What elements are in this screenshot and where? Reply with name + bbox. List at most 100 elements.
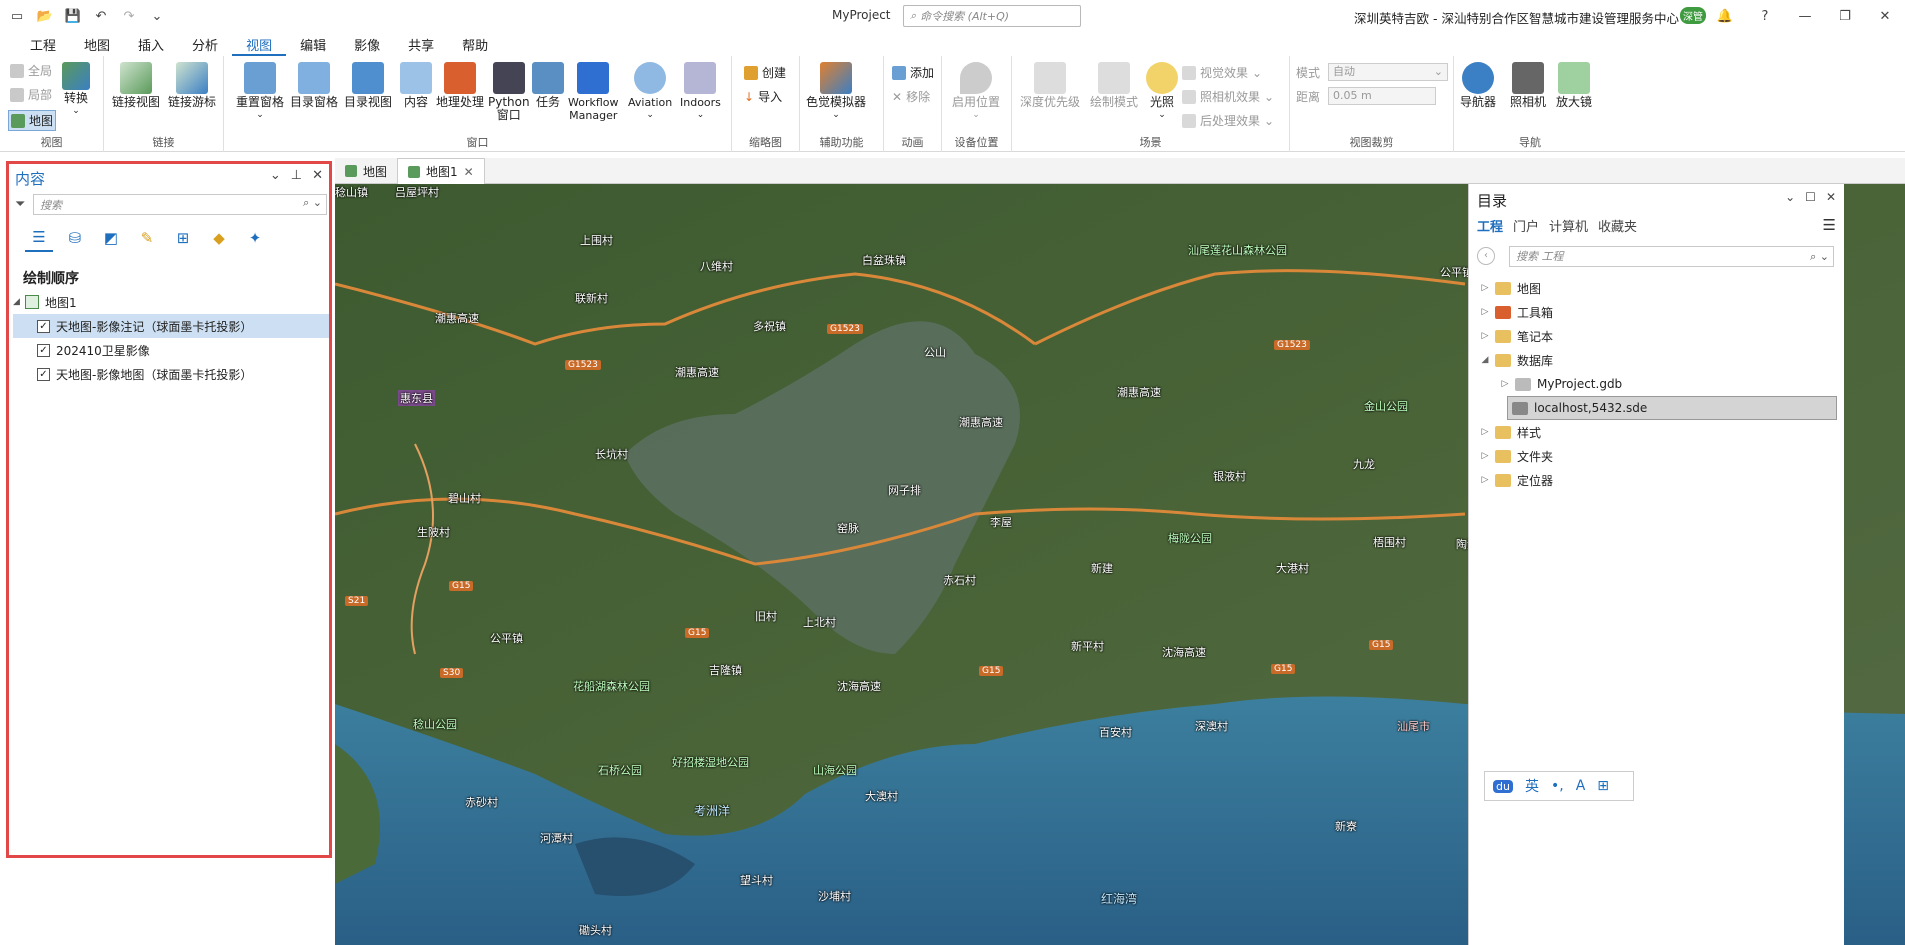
- list-by-selection-icon[interactable]: ◩: [97, 224, 125, 252]
- draw-mode-button[interactable]: 绘制模式: [1090, 62, 1138, 109]
- tab-catalog-portal[interactable]: 门户: [1513, 216, 1539, 235]
- tab-analysis[interactable]: 分析: [178, 32, 232, 56]
- list-by-editing-icon[interactable]: ✎: [133, 224, 161, 252]
- layer-item[interactable]: ✓ 天地图-影像地图（球面墨卡托投影）: [13, 362, 329, 386]
- indoors-button[interactable]: Indoors ⌄: [680, 62, 721, 122]
- catalog-search-input[interactable]: 搜索 工程 ⌕ ⌄: [1509, 246, 1834, 267]
- catalog-item-sde[interactable]: localhost,5432.sde: [1507, 396, 1837, 420]
- lighting-button[interactable]: 光照 ⌄: [1146, 62, 1178, 122]
- tab-view[interactable]: 视图: [232, 32, 287, 56]
- remove-animation-button[interactable]: ✕ 移除: [892, 88, 930, 105]
- list-by-data-source-icon[interactable]: ⛁: [61, 224, 89, 252]
- clip-mode-select[interactable]: 自动 ⌄: [1328, 63, 1448, 81]
- create-thumbnail-button[interactable]: 创建: [744, 64, 786, 81]
- catalog-item-folders[interactable]: ▷ 文件夹: [1469, 444, 1845, 468]
- tab-catalog-favorites[interactable]: 收藏夹: [1598, 216, 1637, 235]
- aviation-button[interactable]: Aviation ⌄: [628, 62, 672, 122]
- contents-search-input[interactable]: 搜索 ⌕ ⌄: [33, 194, 327, 215]
- hamburger-menu-icon[interactable]: ☰: [1823, 216, 1836, 234]
- tab-map-view[interactable]: 地图: [335, 158, 397, 184]
- enable-location-button[interactable]: 启用位置 ⌄: [952, 62, 1000, 122]
- notifications-icon[interactable]: 🔔: [1705, 0, 1745, 32]
- pin-icon[interactable]: ⊥: [291, 168, 302, 183]
- tab-catalog-project[interactable]: 工程: [1477, 216, 1503, 235]
- add-animation-button[interactable]: 添加: [892, 64, 934, 81]
- list-by-drawing-order-icon[interactable]: ☰: [25, 224, 53, 252]
- map-view-button[interactable]: 地图: [8, 110, 57, 131]
- restore-button[interactable]: ❐: [1825, 0, 1865, 32]
- ime-skin-icon[interactable]: A: [1576, 778, 1586, 794]
- customize-qat-icon[interactable]: ⌄: [146, 6, 168, 26]
- ime-menu-icon[interactable]: ⊞: [1597, 778, 1609, 794]
- pane-options-icon[interactable]: ⌄: [270, 168, 281, 183]
- save-project-icon[interactable]: 💾: [62, 6, 84, 26]
- link-views-button[interactable]: 链接视图: [112, 62, 160, 109]
- camera-effects-button[interactable]: 照相机效果 ⌄: [1182, 88, 1274, 105]
- catalog-item-styles[interactable]: ▷ 样式: [1469, 420, 1845, 444]
- contents-button[interactable]: 内容: [400, 62, 432, 109]
- open-project-icon[interactable]: 📂: [34, 6, 56, 26]
- new-project-icon[interactable]: ▭: [6, 6, 28, 26]
- full-extent-button[interactable]: 全局: [10, 62, 52, 79]
- catalog-item-locators[interactable]: ▷ 定位器: [1469, 468, 1845, 492]
- catalog-item-toolboxes[interactable]: ▷ 工具箱: [1469, 300, 1845, 324]
- ime-language-toggle[interactable]: 英: [1525, 776, 1539, 796]
- clip-distance-input[interactable]: 0.05 m: [1328, 87, 1436, 105]
- redo-icon[interactable]: ↷: [118, 6, 140, 26]
- import-thumbnail-button[interactable]: ↓ 导入: [744, 88, 782, 105]
- reset-panes-button[interactable]: 重置窗格 ⌄: [236, 62, 284, 122]
- tab-edit[interactable]: 编辑: [286, 32, 340, 56]
- ime-toolbar[interactable]: du 英 •, A ⊞: [1484, 771, 1634, 801]
- list-by-snapping-icon[interactable]: ⊞: [169, 224, 197, 252]
- tab-imagery[interactable]: 影像: [340, 32, 394, 56]
- ime-logo-icon[interactable]: du: [1493, 779, 1513, 793]
- visual-effects-button[interactable]: 视觉效果 ⌄: [1182, 64, 1262, 81]
- tab-catalog-computer[interactable]: 计算机: [1549, 216, 1588, 235]
- catalog-item-notebooks[interactable]: ▷ 笔记本: [1469, 324, 1845, 348]
- tab-map1-view[interactable]: 地图1 ✕: [397, 158, 485, 184]
- ime-punctuation-toggle[interactable]: •,: [1551, 778, 1564, 794]
- catalog-pane-button[interactable]: 目录窗格: [290, 62, 338, 109]
- list-by-labeling-icon[interactable]: ◆: [205, 224, 233, 252]
- back-icon[interactable]: ‹: [1477, 247, 1495, 265]
- layer-visibility-checkbox[interactable]: ✓: [37, 319, 50, 333]
- link-cursor-button[interactable]: 链接游标: [168, 62, 216, 109]
- undo-icon[interactable]: ↶: [90, 6, 112, 26]
- depth-priority-button[interactable]: 深度优先级: [1020, 62, 1080, 109]
- convert-button[interactable]: 转换 ⌄: [62, 62, 90, 118]
- post-effects-button[interactable]: 后处理效果 ⌄: [1182, 112, 1274, 129]
- magnifier-button[interactable]: 放大镜: [1556, 62, 1592, 109]
- tasks-button[interactable]: 任务: [532, 62, 564, 109]
- catalog-view-button[interactable]: 目录视图: [344, 62, 392, 109]
- close-tab-icon[interactable]: ✕: [464, 165, 474, 179]
- user-badge[interactable]: 深管: [1680, 7, 1706, 24]
- tab-project[interactable]: 工程: [16, 32, 70, 56]
- local-extent-button[interactable]: 局部: [10, 86, 52, 103]
- navigator-button[interactable]: 导航器: [1460, 62, 1496, 109]
- collapse-icon[interactable]: ◢: [13, 297, 25, 307]
- layer-visibility-checkbox[interactable]: ✓: [37, 367, 50, 381]
- tab-help[interactable]: 帮助: [448, 32, 502, 56]
- python-window-button[interactable]: Python 窗口: [488, 62, 530, 122]
- workflow-manager-button[interactable]: Workflow Manager: [568, 62, 619, 122]
- tab-share[interactable]: 共享: [394, 32, 448, 56]
- pane-options-icon[interactable]: ⌄: [1785, 190, 1795, 204]
- tab-insert[interactable]: 插入: [124, 32, 178, 56]
- color-vision-simulator-button[interactable]: 色觉模拟器 ⌄: [806, 62, 866, 122]
- camera-button[interactable]: 照相机: [1510, 62, 1546, 109]
- close-pane-icon[interactable]: ✕: [1826, 190, 1836, 204]
- layer-visibility-checkbox[interactable]: ✓: [37, 343, 50, 357]
- catalog-item-databases[interactable]: ◢ 数据库: [1469, 348, 1845, 372]
- list-by-perspective-icon[interactable]: ✦: [241, 224, 269, 252]
- help-icon[interactable]: ?: [1745, 0, 1785, 32]
- catalog-item-maps[interactable]: ▷ 地图: [1469, 276, 1845, 300]
- geoprocessing-button[interactable]: 地理处理: [436, 62, 484, 109]
- catalog-item-gdb[interactable]: ▷ MyProject.gdb: [1469, 372, 1845, 396]
- command-search-input[interactable]: ⌕ 命令搜索 (Alt+Q): [903, 5, 1081, 27]
- filter-icon[interactable]: ⏷: [15, 197, 25, 212]
- minimize-button[interactable]: —: [1785, 0, 1825, 32]
- layer-item[interactable]: ✓ 天地图-影像注记（球面墨卡托投影）: [13, 314, 329, 338]
- close-pane-icon[interactable]: ✕: [312, 168, 323, 183]
- maximize-pane-icon[interactable]: ☐: [1805, 190, 1816, 204]
- tab-map[interactable]: 地图: [70, 32, 124, 56]
